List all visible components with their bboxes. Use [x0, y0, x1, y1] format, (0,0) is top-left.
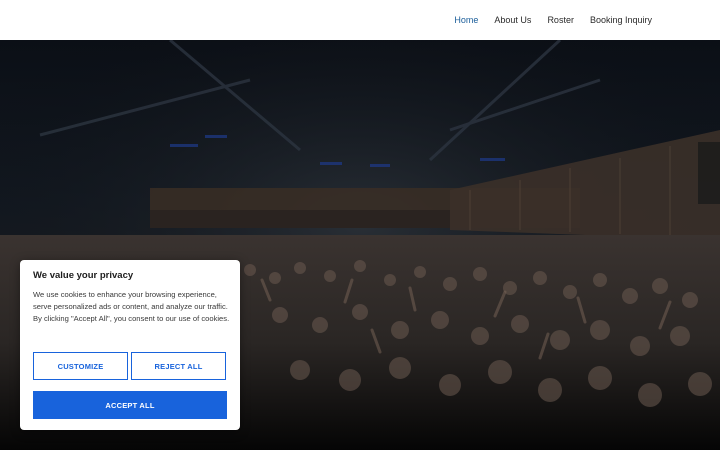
accept-all-button[interactable]: ACCEPT ALL: [33, 391, 227, 419]
cookie-consent-banner: We value your privacy We use cookies to …: [20, 260, 240, 430]
top-navigation: Home About Us Roster Booking Inquiry: [0, 0, 720, 40]
reject-all-button[interactable]: REJECT ALL: [131, 352, 226, 380]
customize-button[interactable]: CUSTOMIZE: [33, 352, 128, 380]
nav-about-us-link[interactable]: About Us: [494, 15, 531, 25]
nav-roster-link[interactable]: Roster: [547, 15, 574, 25]
nav-home-link[interactable]: Home: [454, 15, 478, 25]
nav-links: Home About Us Roster Booking Inquiry: [454, 0, 652, 40]
nav-booking-inquiry-link[interactable]: Booking Inquiry: [590, 15, 652, 25]
cookie-banner-text: We use cookies to enhance your browsing …: [33, 290, 230, 323]
cookie-banner-title: We value your privacy: [33, 270, 134, 281]
